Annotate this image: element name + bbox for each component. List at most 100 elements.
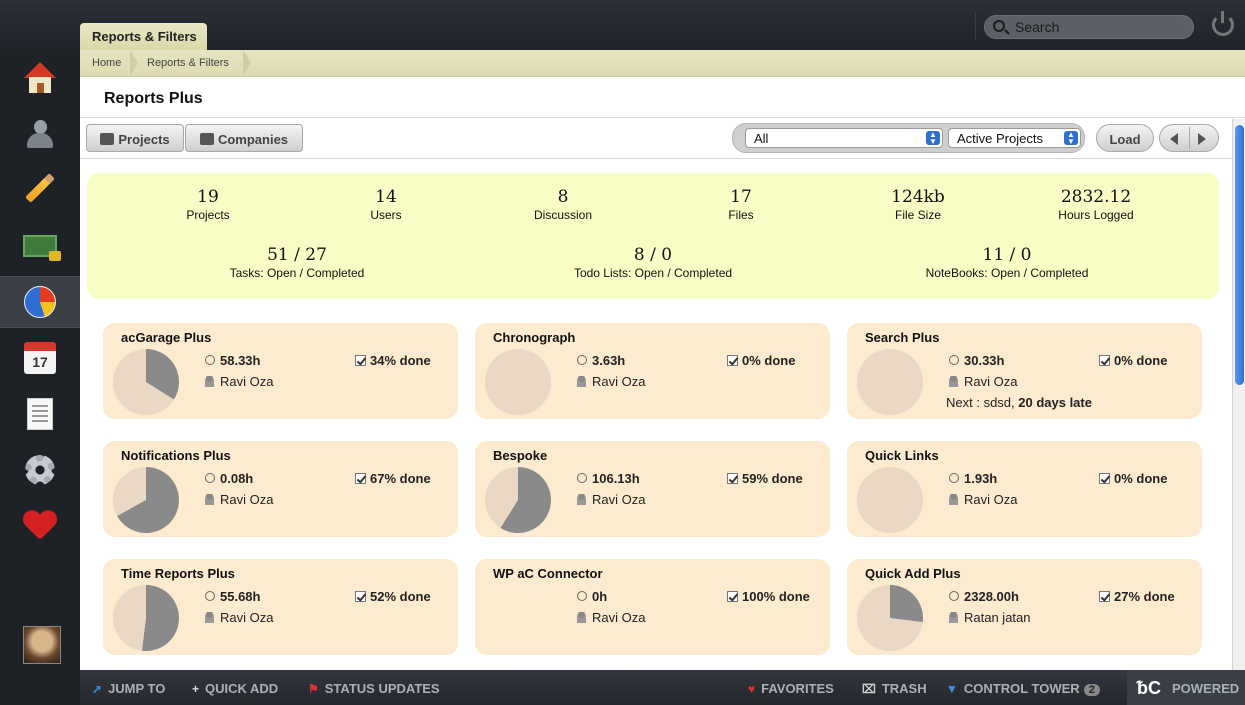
next-arrow-icon[interactable] — [1198, 133, 1206, 145]
project-card[interactable]: Quick Links 1.93h Ravi Oza 0% done — [847, 441, 1202, 537]
user-icon — [205, 612, 214, 623]
project-leader: Ravi Oza — [577, 492, 645, 507]
project-name[interactable]: acGarage Plus — [121, 330, 211, 345]
project-name[interactable]: Quick Add Plus — [865, 566, 961, 581]
status-updates-button[interactable]: ⚑ STATUS UPDATES — [308, 681, 440, 696]
sidebar-item-invoicing[interactable] — [0, 220, 80, 272]
quick-add-button[interactable]: + QUICK ADD — [192, 681, 278, 696]
project-card[interactable]: acGarage Plus 58.33h Ravi Oza 34% done — [103, 323, 458, 419]
hours-logged: 0h — [577, 589, 607, 604]
project-card[interactable]: Quick Add Plus 2328.00h Ratan jatan 27% don… — [847, 559, 1202, 655]
checkbox-icon — [355, 591, 366, 602]
status-select[interactable]: Active Projects ▲ ▼ — [948, 128, 1081, 148]
tab-reports-filters[interactable]: Reports & Filters — [80, 23, 207, 50]
favorites-button[interactable]: ♥ FAVORITES — [748, 681, 834, 696]
sidebar-item-settings[interactable] — [0, 444, 80, 496]
project-card[interactable]: Notifications Plus 0.08h Ravi Oza 67% done — [103, 441, 458, 537]
breadcrumb-home[interactable]: Home — [92, 57, 121, 69]
checkbox-icon — [1099, 591, 1110, 602]
jump-arrow-icon: ➚ — [92, 682, 103, 696]
briefcase-icon — [199, 133, 214, 145]
sidebar-item-calendar[interactable]: 17 — [0, 332, 80, 384]
user-icon — [949, 494, 958, 505]
sidebar-item-documents[interactable] — [0, 388, 80, 440]
project-name[interactable]: Search Plus — [865, 330, 939, 345]
project-name[interactable]: Bespoke — [493, 448, 547, 463]
checkbox-icon — [355, 473, 366, 484]
progress-pie — [113, 349, 179, 415]
prev-arrow-icon[interactable] — [1170, 133, 1178, 145]
scrollbar[interactable] — [1232, 119, 1245, 670]
companies-button[interactable]: Companies — [185, 124, 303, 152]
activecollab-logo-icon: ᵬC — [1137, 678, 1161, 698]
project-card[interactable]: Search Plus 30.33h Ravi Oza 0% done Next : s… — [847, 323, 1202, 419]
hours-logged: 0.08h — [205, 471, 253, 486]
project-card[interactable]: Bespoke 106.13h Ravi Oza 59% done — [475, 441, 830, 537]
project-name[interactable]: Time Reports Plus — [121, 566, 235, 581]
document-icon — [27, 398, 53, 430]
project-leader: Ratan jatan — [949, 610, 1031, 625]
top-bar: Reports & Filters Search — [0, 0, 1245, 50]
trash-icon: ⌧ — [862, 682, 876, 696]
sidebar-item-home[interactable] — [0, 52, 80, 104]
trash-button[interactable]: ⌧ TRASH — [862, 681, 927, 696]
select-arrows-icon: ▲ ▼ — [1064, 131, 1078, 146]
user-icon — [205, 494, 214, 505]
stat-discussion: 8 Discussion — [533, 187, 593, 222]
divider — [975, 12, 976, 40]
gear-icon — [25, 455, 55, 485]
scrollbar-thumb[interactable] — [1235, 125, 1244, 385]
progress-percent: 0% done — [727, 353, 795, 368]
money-icon — [23, 235, 61, 261]
clock-icon — [205, 355, 215, 365]
checkbox-icon — [727, 591, 738, 602]
scope-select[interactable]: All ▲ ▼ — [745, 128, 943, 148]
search-placeholder: Search — [1015, 19, 1060, 35]
checkbox-icon — [1099, 473, 1110, 484]
project-leader: Ravi Oza — [949, 492, 1017, 507]
avatar[interactable] — [23, 626, 61, 664]
project-leader: Ravi Oza — [577, 374, 645, 389]
hours-logged: 3.63h — [577, 353, 625, 368]
project-name[interactable]: WP aC Connector — [493, 566, 603, 581]
jump-to-button[interactable]: ➚ JUMP TO — [92, 681, 165, 696]
stat-hours-logged: 2832.12 Hours Logged — [1058, 187, 1134, 222]
projects-button[interactable]: Projects — [86, 124, 184, 152]
clock-icon — [577, 591, 587, 601]
page-title: Reports Plus — [104, 90, 203, 107]
sidebar-item-projects[interactable] — [0, 162, 80, 214]
clock-icon — [205, 591, 215, 601]
checkbox-icon — [727, 355, 738, 366]
clock-icon — [577, 355, 587, 365]
calendar-icon: 17 — [24, 342, 56, 374]
powered-by[interactable]: ᵬC POWERED — [1127, 670, 1245, 705]
project-leader: Ravi Oza — [577, 610, 645, 625]
heart-icon: ♥ — [748, 682, 756, 696]
project-card[interactable]: WP aC Connector 0h Ravi Oza 100% done — [475, 559, 830, 655]
flag-icon: ⚑ — [308, 682, 319, 696]
next-milestone: Next : sdsd, 20 days late — [946, 395, 1092, 410]
breadcrumb-separator — [243, 50, 251, 76]
project-name[interactable]: Chronograph — [493, 330, 575, 345]
breadcrumb-reports-filters[interactable]: Reports & Filters — [147, 57, 229, 69]
sidebar-item-favorites[interactable] — [0, 500, 80, 552]
project-card[interactable]: Time Reports Plus 55.68h Ravi Oza 52% done — [103, 559, 458, 655]
project-name[interactable]: Notifications Plus — [121, 448, 231, 463]
control-tower-button[interactable]: ▼ CONTROL TOWER 2 — [946, 681, 1100, 696]
load-button[interactable]: Load — [1096, 124, 1154, 152]
progress-percent: 100% done — [727, 589, 810, 604]
stat-file-size: 124kb File Size — [891, 187, 945, 222]
project-card[interactable]: Chronograph 3.63h Ravi Oza 0% done — [475, 323, 830, 419]
power-icon[interactable] — [1212, 11, 1234, 36]
control-tower-badge: 2 — [1083, 684, 1100, 696]
user-icon — [577, 376, 586, 387]
project-name[interactable]: Quick Links — [865, 448, 939, 463]
sidebar-item-people[interactable] — [0, 108, 80, 160]
people-icon — [25, 119, 55, 149]
stat-notebooks: 11 / 0 NoteBooks: Open / Completed — [925, 245, 1089, 280]
search-input[interactable]: Search — [984, 15, 1194, 39]
powered-label: POWERED — [1172, 681, 1240, 696]
sidebar-item-reports[interactable] — [0, 276, 80, 328]
bottom-bar: ➚ JUMP TO + QUICK ADD ⚑ STATUS UPDATES ♥ FAV… — [80, 670, 1245, 705]
progress-pie — [857, 585, 923, 651]
